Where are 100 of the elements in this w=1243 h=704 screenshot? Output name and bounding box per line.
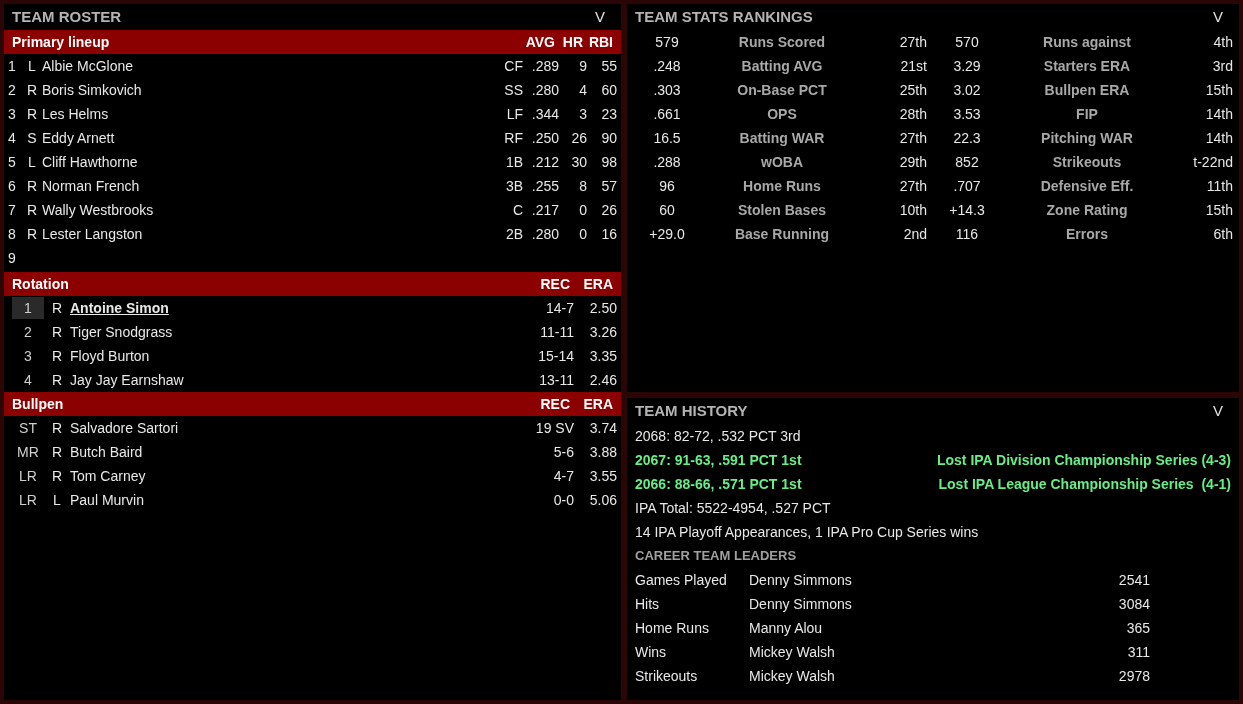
table-cell-text: R [50,371,64,390]
player-name: Norman French [42,177,141,196]
table-cell-text: 3.35 [588,347,617,366]
table-cell-text: 3.29 [952,57,982,76]
table-cell-text: L [27,153,37,172]
player-name: Les Helms [42,105,110,124]
table-cell-text: 57 [600,177,617,196]
table-cell-text: R [50,443,64,462]
playoff-result: Lost IPA League Championship Series (4-1) [938,475,1231,494]
panel-title: TEAM ROSTER [12,6,122,27]
table-cell-text: Home Runs [635,619,710,638]
table-cell-text: Batting AVG [740,57,824,76]
table-cell-text: 3.53 [952,105,982,124]
column-heading: ERA [582,395,613,414]
player-name: Albie McGlone [42,57,135,76]
table-cell-text: .303 [652,81,682,100]
table-cell-text: 16.5 [652,129,682,148]
table-cell-text: Pitching WAR [1040,129,1134,148]
table-cell-text: 2 [8,81,17,100]
table-cell-text: RF [503,129,523,148]
table-cell-text: 8 [578,177,587,196]
table-cell-text: 2541 [1117,571,1150,590]
section-title: CAREER TEAM LEADERS [635,546,797,565]
table-cell-text: 27th [898,177,927,196]
player-name: Mickey Walsh [749,667,836,686]
collapse-toggle[interactable]: V [1205,5,1231,29]
table-cell-text: 60 [600,81,617,100]
table-cell-text: 11th [1205,177,1233,196]
panel-title: TEAM STATS RANKINGS [635,6,813,27]
player-link[interactable]: Antoine Simon [70,298,514,318]
table-cell-text: .217 [530,201,559,220]
table-cell-text: 11-11 [539,323,574,342]
table-cell-text: 98 [600,153,617,172]
table-cell-text: .661 [652,105,682,124]
table-cell-text: 14th [1204,129,1233,148]
table-cell-text: R [50,299,64,318]
table-cell-text: Stolen Bases [737,201,827,220]
table-cell-text: +29.0 [648,225,686,244]
table-cell-text: 30 [570,153,587,172]
table-cell-text: Errors [1065,225,1109,244]
table-cell-text: R [50,419,64,438]
collapse-toggle[interactable]: V [587,5,613,29]
table-cell-text: 25th [898,81,927,100]
table-cell-text: Defensive Eff. [1039,177,1135,196]
table-cell-text: 28th [898,105,927,124]
table-cell-text: 16 [600,225,617,244]
table-cell-text: .280 [530,81,559,100]
table-cell-text: Strikeouts [635,667,699,686]
table-cell-text: 96 [658,177,676,196]
playoff-result: Lost IPA Division Championship Series (4-3) [936,451,1231,470]
table-cell-text: Wins [635,643,668,662]
table-cell-text: 3084 [1117,595,1150,614]
table-cell-text: 570 [954,33,980,52]
table-cell-text: .255 [530,177,559,196]
table-cell-text: 4-7 [552,467,574,486]
table-cell-text: Hits [635,595,661,614]
player-name: Tiger Snodgrass [70,323,174,342]
table-cell-text: R [25,81,39,100]
column-heading: REC [539,395,570,414]
table-cell-text: .289 [530,57,559,76]
player-name: Denny Simmons [749,595,853,614]
table-cell-text: 2.46 [588,371,617,390]
table-cell-text: +14.3 [948,201,986,220]
table-cell-text: Batting WAR [738,129,826,148]
table-cell-text: .212 [530,153,559,172]
table-cell-text: 852 [954,153,980,172]
table-cell-text: 4th [1212,33,1233,52]
role-cell-text: 2 [23,323,33,342]
table-cell-text: 5 [8,153,17,172]
column-heading: REC [539,275,570,294]
player-name: Denny Simmons [749,571,853,590]
table-cell-text: CF [503,57,523,76]
section-title: Primary lineup [12,33,111,52]
table-cell-text: L [27,57,37,76]
table-cell-text: 116 [954,225,980,244]
table-cell-text: 365 [1125,619,1150,638]
player-name: Butch Baird [70,443,144,462]
table-cell-text: 15th [1204,201,1233,220]
table-cell-text: 9 [8,249,17,268]
table-cell-text: 29th [898,153,927,172]
table-cell-text: 3 [8,105,17,124]
collapse-toggle[interactable]: V [1205,399,1231,423]
role-cell-text: MR [16,443,40,462]
table-cell-text: FIP [1075,105,1099,124]
role-cell-text: LR [18,467,38,486]
table-cell-text: R [25,201,39,220]
table-cell-text: 26 [600,201,617,220]
table-cell-text: C [511,201,523,220]
table-cell-text: R [25,105,39,124]
player-name: Mickey Walsh [749,643,836,662]
player-name: Tom Carney [70,467,147,486]
table-cell-text: 3B [504,177,523,196]
table-cell-text: LF [505,105,523,124]
table-cell-text: 60 [658,201,676,220]
table-cell-text: .707 [952,177,982,196]
table-cell-text: 2B [504,225,523,244]
table-cell-text: 27th [898,33,927,52]
table-cell-text: On-Base PCT [736,81,828,100]
season-record: 2066: 88-66, .571 PCT 1st [635,475,802,494]
role-cell: 1 [12,297,44,319]
